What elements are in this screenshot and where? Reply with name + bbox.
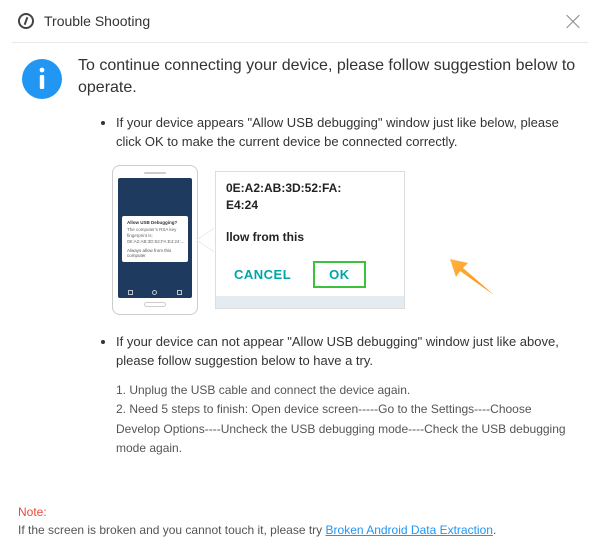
window-title: Trouble Shooting: [44, 13, 150, 29]
close-icon[interactable]: [564, 12, 582, 30]
content: To continue connecting your device, plea…: [0, 43, 600, 458]
step1: 1. Unplug the USB cable and connect the …: [116, 381, 578, 400]
list-item: If your device appears "Allow USB debugg…: [116, 114, 578, 316]
zoom-line3: llow from this: [226, 230, 304, 244]
list-item: If your device can not appear "Allow USB…: [116, 333, 578, 457]
header-row: To continue connecting your device, plea…: [22, 55, 578, 100]
intro-text: To continue connecting your device, plea…: [78, 55, 578, 100]
zoom-ok-button: OK: [313, 261, 366, 288]
footer-text: If the screen is broken and you cannot t…: [18, 523, 326, 537]
titlebar-left: Trouble Shooting: [18, 13, 150, 29]
zoom-line1: 0E:A2:AB:3D:52:FA:: [226, 180, 341, 197]
steps: 1. Unplug the USB cable and connect the …: [116, 381, 578, 458]
illustration: Allow USB Debugging? The computer's RSA …: [112, 165, 578, 315]
phone-mockup: Allow USB Debugging? The computer's RSA …: [112, 165, 198, 315]
bullet1-text: If your device appears "Allow USB debugg…: [116, 114, 578, 152]
titlebar: Trouble Shooting: [0, 0, 600, 42]
zoom-panel: 0E:A2:AB:3D:52:FA: E4:24 llow from this …: [215, 171, 405, 309]
footer: Note: If the screen is broken and you ca…: [18, 503, 582, 539]
app-icon: [18, 13, 34, 29]
phone-dialog-title: Allow USB Debugging?: [127, 220, 183, 225]
phone-dialog: Allow USB Debugging? The computer's RSA …: [122, 216, 188, 262]
phone-dialog-body: The computer's RSA key fingerprint is: 0…: [127, 227, 183, 245]
zoom-line2: E4:24: [226, 197, 341, 214]
footer-note: Note:: [18, 505, 47, 519]
callout-pointer-icon: [197, 228, 215, 252]
phone-dialog-check: Always allow from this computer: [127, 248, 183, 258]
arrow-icon: [446, 257, 496, 297]
step2: 2. Need 5 steps to finish: Open device s…: [116, 400, 578, 458]
bullet-list: If your device appears "Allow USB debugg…: [116, 114, 578, 458]
zoom-cancel-button: CANCEL: [234, 267, 291, 282]
footer-dot: .: [493, 523, 496, 537]
broken-android-link[interactable]: Broken Android Data Extraction: [326, 523, 493, 537]
info-icon: [22, 59, 62, 99]
bullet2-text: If your device can not appear "Allow USB…: [116, 333, 578, 371]
